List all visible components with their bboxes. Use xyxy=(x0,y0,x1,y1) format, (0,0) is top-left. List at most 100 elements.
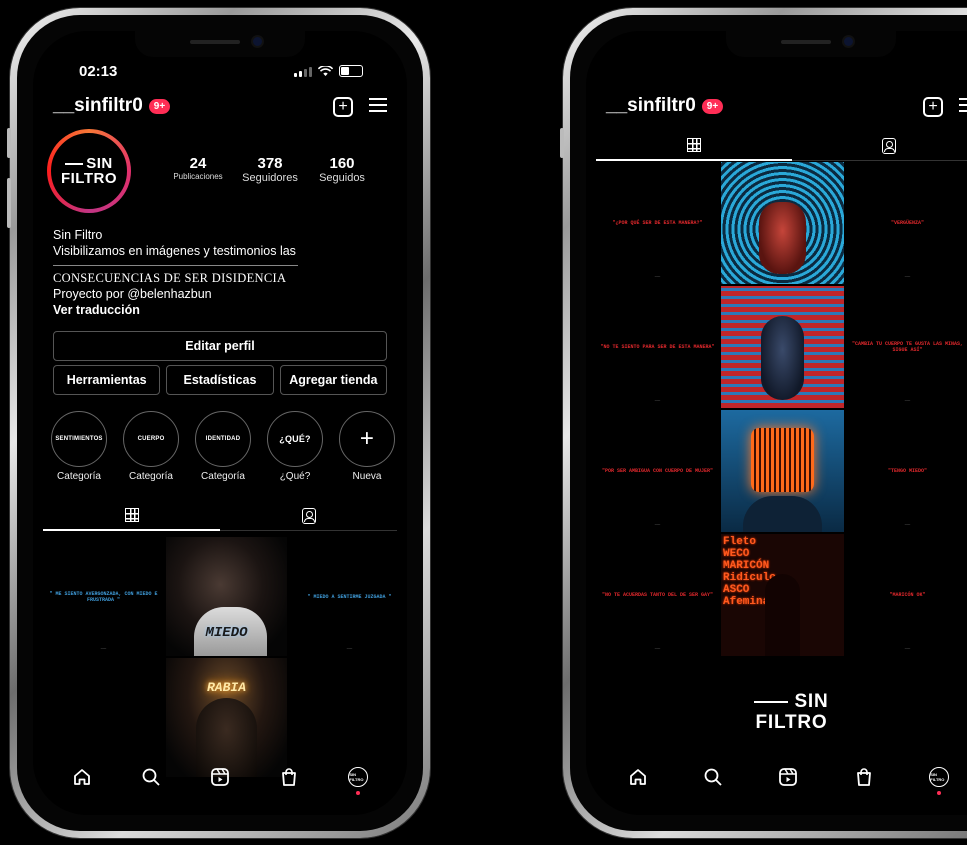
profile-avatar[interactable]: SIN FILTRO xyxy=(47,129,131,213)
stat-posts[interactable]: 24 Publicaciones xyxy=(163,155,233,184)
highlight-que[interactable]: ¿QUÉ? ¿Qué? xyxy=(267,411,323,482)
new-post-icon[interactable]: + xyxy=(333,97,353,117)
sin-filtro-logo: SIN FILTRO xyxy=(596,691,967,733)
username-switcher[interactable]: __sinfiltr0 9+ xyxy=(53,95,171,117)
stat-followers-value: 378 xyxy=(257,155,283,172)
edit-profile-button[interactable]: Editar perfil xyxy=(53,331,387,361)
post-tile[interactable]: "MARICÓN OK" ——— xyxy=(846,534,967,656)
bio-divider xyxy=(53,265,298,266)
post-tile[interactable]: "NO TE SIENTO PARA SER DE ESTA MANERA" ——… xyxy=(596,286,719,408)
shop-icon[interactable] xyxy=(852,765,876,789)
avatar-text-sin: SIN xyxy=(65,156,113,171)
add-shop-button[interactable]: Agregar tienda xyxy=(279,365,387,395)
plus-icon: + xyxy=(339,411,395,467)
notch xyxy=(135,31,305,57)
reels-icon[interactable] xyxy=(776,765,800,789)
tab-tagged[interactable] xyxy=(791,131,967,161)
tab-posts-grid[interactable] xyxy=(43,501,220,531)
post-footer-line: ——— xyxy=(346,647,353,650)
person-shape xyxy=(743,496,822,532)
post-tile[interactable]: " ME SIENTO AVERGONZADA, CON MIEDO E FRU… xyxy=(43,537,164,656)
post-footer-line: ——— xyxy=(100,647,107,650)
stat-posts-label: Publicaciones xyxy=(173,172,223,181)
status-bar: 02:13 xyxy=(33,57,407,87)
stat-followers-label: Seguidores xyxy=(242,172,298,184)
post-quote: "¿POR QUÉ SER DE ESTA MANERA?" xyxy=(612,220,703,226)
post-tile[interactable]: "POR SER AMBIGUA CON CUERPO DE MUJER" ——— xyxy=(596,410,719,532)
post-photo-word: MIEDO xyxy=(205,625,248,641)
highlight-identidad[interactable]: IDENTIDAD Categoría xyxy=(195,411,251,482)
signal-icon xyxy=(294,67,312,77)
phone-bezel: 02:13 __sinfiltr0 9+ + SIN FILTRO 24 Pub… xyxy=(17,15,423,831)
post-tile-photo[interactable] xyxy=(721,162,844,284)
profile-nav-icon[interactable]: SIN FILTRO xyxy=(346,765,370,795)
tools-button[interactable]: Herramientas xyxy=(53,365,161,395)
avatar-text-filtro: FILTRO xyxy=(60,170,118,187)
person-shape xyxy=(759,202,806,274)
tagged-icon xyxy=(301,507,316,524)
search-icon[interactable] xyxy=(139,765,163,789)
profile-tabs xyxy=(43,501,397,531)
highlight-label: Categoría xyxy=(201,471,245,482)
post-tile[interactable]: "CAMBIA TU CUERPO TE GUSTA LAS MINAS, SI… xyxy=(846,286,967,408)
posts-grid: " ME SIENTO AVERGONZADA, CON MIEDO E FRU… xyxy=(43,537,407,777)
post-tile[interactable]: "NO TE ACUERDAS TANTO DEL DE SER GAY" ——— xyxy=(596,534,719,656)
username-switcher[interactable]: __sinfiltr0 9+ xyxy=(606,95,724,117)
insights-button[interactable]: Estadísticas xyxy=(166,365,274,395)
post-quote: "TENGO MIEDO" xyxy=(887,468,927,474)
menu-icon[interactable] xyxy=(369,97,387,113)
highlight-cuerpo[interactable]: CUERPO Categoría xyxy=(123,411,179,482)
post-photo-word: RABIA xyxy=(206,680,246,695)
new-post-icon[interactable]: + xyxy=(923,97,943,117)
stat-followers[interactable]: 378 Seguidores xyxy=(235,155,305,184)
grid-icon xyxy=(124,508,139,522)
stat-following-value: 160 xyxy=(329,155,355,172)
home-icon[interactable] xyxy=(70,765,94,789)
highlight-sentimientos[interactable]: SENTIMIENTOS Categoría xyxy=(51,411,107,482)
mute-switch xyxy=(560,128,564,158)
menu-icon[interactable] xyxy=(959,97,967,113)
profile-grid-screen: __sinfiltr0 9+ + "¿POR QUÉ SER DE ESTA M… xyxy=(586,31,967,815)
activity-dot xyxy=(356,791,361,795)
post-tile-photo[interactable] xyxy=(721,286,844,408)
post-tile-words-poster[interactable]: Fleto WECO MARICÓN Ridículo ASCO Afemina… xyxy=(721,534,844,656)
post-tile[interactable]: "¿POR QUÉ SER DE ESTA MANERA?" ——— xyxy=(596,162,719,284)
new-highlight-button[interactable]: + Nueva xyxy=(339,411,395,482)
stat-following[interactable]: 160 Seguidos xyxy=(307,155,377,184)
logo-line1: SIN xyxy=(596,691,967,712)
post-tile[interactable]: "TENGO MIEDO" ——— xyxy=(846,410,967,532)
post-tile[interactable]: " MIEDO A SENTIRME JUZGADA " ——— xyxy=(289,537,407,656)
poster-word: WECO xyxy=(723,548,750,560)
wifi-icon xyxy=(318,66,333,76)
glowing-mask-shape xyxy=(751,428,814,492)
tab-tagged[interactable] xyxy=(220,501,397,531)
logo-line2: FILTRO xyxy=(755,712,828,733)
notch xyxy=(726,31,896,57)
highlight-cover: SENTIMIENTOS xyxy=(51,411,107,467)
post-tile[interactable]: "VERGÜENZA" ——— xyxy=(846,162,967,284)
highlight-label: Categoría xyxy=(57,471,101,482)
shop-icon[interactable] xyxy=(277,765,301,789)
person-shape xyxy=(761,316,804,400)
post-quote: "POR SER AMBIGUA CON CUERPO DE MUJER" xyxy=(601,468,714,474)
person-silhouette xyxy=(765,574,800,656)
bio-line3[interactable]: Proyecto por @belenhazbun xyxy=(53,286,343,302)
reels-icon[interactable] xyxy=(208,765,232,789)
phone-bezel: __sinfiltr0 9+ + "¿POR QUÉ SER DE ESTA M… xyxy=(570,15,967,831)
post-quote: "NO TE SIENTO PARA SER DE ESTA MANERA" xyxy=(600,344,715,350)
profile-nav-icon[interactable]: SIN FILTRO xyxy=(927,765,951,795)
bottom-nav: SIN FILTRO xyxy=(33,757,407,797)
profile-header: __sinfiltr0 9+ + xyxy=(53,95,387,125)
translate-link[interactable]: Ver traducción xyxy=(53,303,140,317)
poster-word: Fleto xyxy=(723,536,757,548)
highlight-label: ¿Qué? xyxy=(279,471,311,482)
tab-posts-grid[interactable] xyxy=(596,131,792,161)
home-icon[interactable] xyxy=(626,765,650,789)
highlight-cover: ¿QUÉ? xyxy=(267,411,323,467)
post-tile-photo-miedo[interactable]: MIEDO xyxy=(166,537,287,656)
notification-badge: 9+ xyxy=(148,98,171,114)
stat-posts-value: 24 xyxy=(189,155,207,172)
search-icon[interactable] xyxy=(701,765,725,789)
profile-nav-avatar: SIN FILTRO xyxy=(929,767,950,787)
post-tile-photo[interactable] xyxy=(721,410,844,532)
